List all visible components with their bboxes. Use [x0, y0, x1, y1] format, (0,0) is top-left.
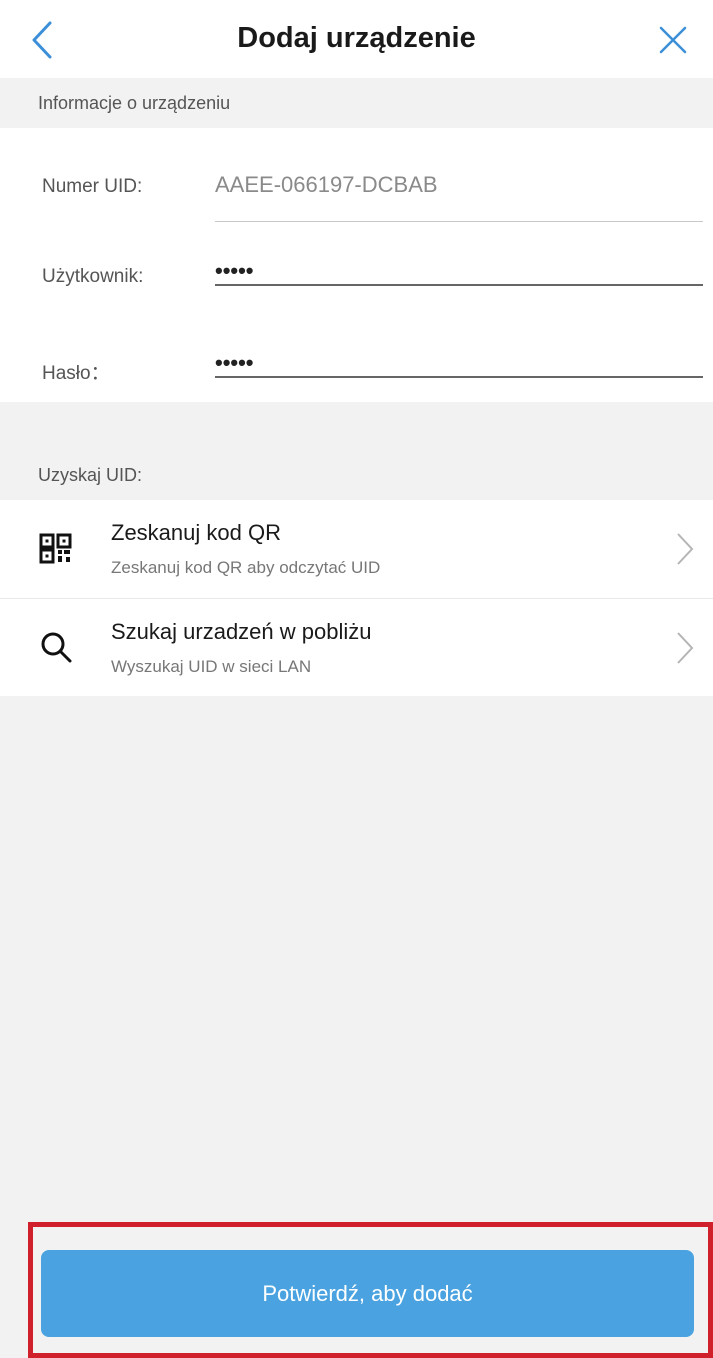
uid-field[interactable]: Numer UID: AAEE-066197-DCBAB: [0, 158, 713, 222]
user-underline: [215, 284, 703, 286]
search-nearby-subtitle: Wyszukaj UID w sieci LAN: [111, 657, 312, 676]
uid-underline: [215, 221, 703, 222]
confirm-add-button[interactable]: Potwierdź, aby dodać: [41, 1250, 694, 1337]
qr-code-icon: [39, 533, 72, 564]
password-underline: [215, 376, 703, 378]
chevron-right-icon: [677, 533, 694, 565]
device-info-form: Numer UID: AAEE-066197-DCBAB Użytkownik:…: [0, 128, 713, 402]
scan-qr-subtitle: Zeskanuj kod QR aby odczytać UID: [111, 558, 381, 577]
password-input[interactable]: •••••: [215, 350, 254, 376]
user-field[interactable]: Użytkownik: •••••: [0, 248, 713, 308]
search-icon: [41, 632, 72, 663]
get-uid-section-header: Uzyskaj UID:: [0, 450, 713, 500]
device-info-section-header: Informacje o urządzeniu: [0, 78, 713, 128]
close-button[interactable]: [653, 18, 693, 62]
search-nearby-title: Szukaj urzadzeń w pobliżu: [111, 619, 372, 644]
confirm-highlight-frame: Potwierdź, aby dodać: [28, 1222, 713, 1358]
password-field[interactable]: Hasło： •••••: [0, 340, 713, 400]
user-label: Użytkownik:: [42, 266, 144, 287]
uid-label: Numer UID:: [42, 176, 143, 197]
password-label: Hasło：: [42, 363, 110, 384]
user-input[interactable]: •••••: [215, 258, 254, 284]
top-bar: Dodaj urządzenie: [0, 0, 713, 78]
scan-qr-title: Zeskanuj kod QR: [111, 520, 281, 545]
uid-input[interactable]: AAEE-066197-DCBAB: [215, 172, 438, 198]
scan-qr-item[interactable]: Zeskanuj kod QR Zeskanuj kod QR aby odcz…: [0, 500, 713, 599]
page-title: Dodaj urządzenie: [237, 22, 476, 54]
search-nearby-item[interactable]: Szukaj urzadzeń w pobliżu Wyszukaj UID w…: [0, 599, 713, 697]
get-uid-list: Zeskanuj kod QR Zeskanuj kod QR aby odcz…: [0, 500, 713, 696]
close-icon: [659, 26, 687, 54]
chevron-right-icon: [677, 632, 694, 664]
